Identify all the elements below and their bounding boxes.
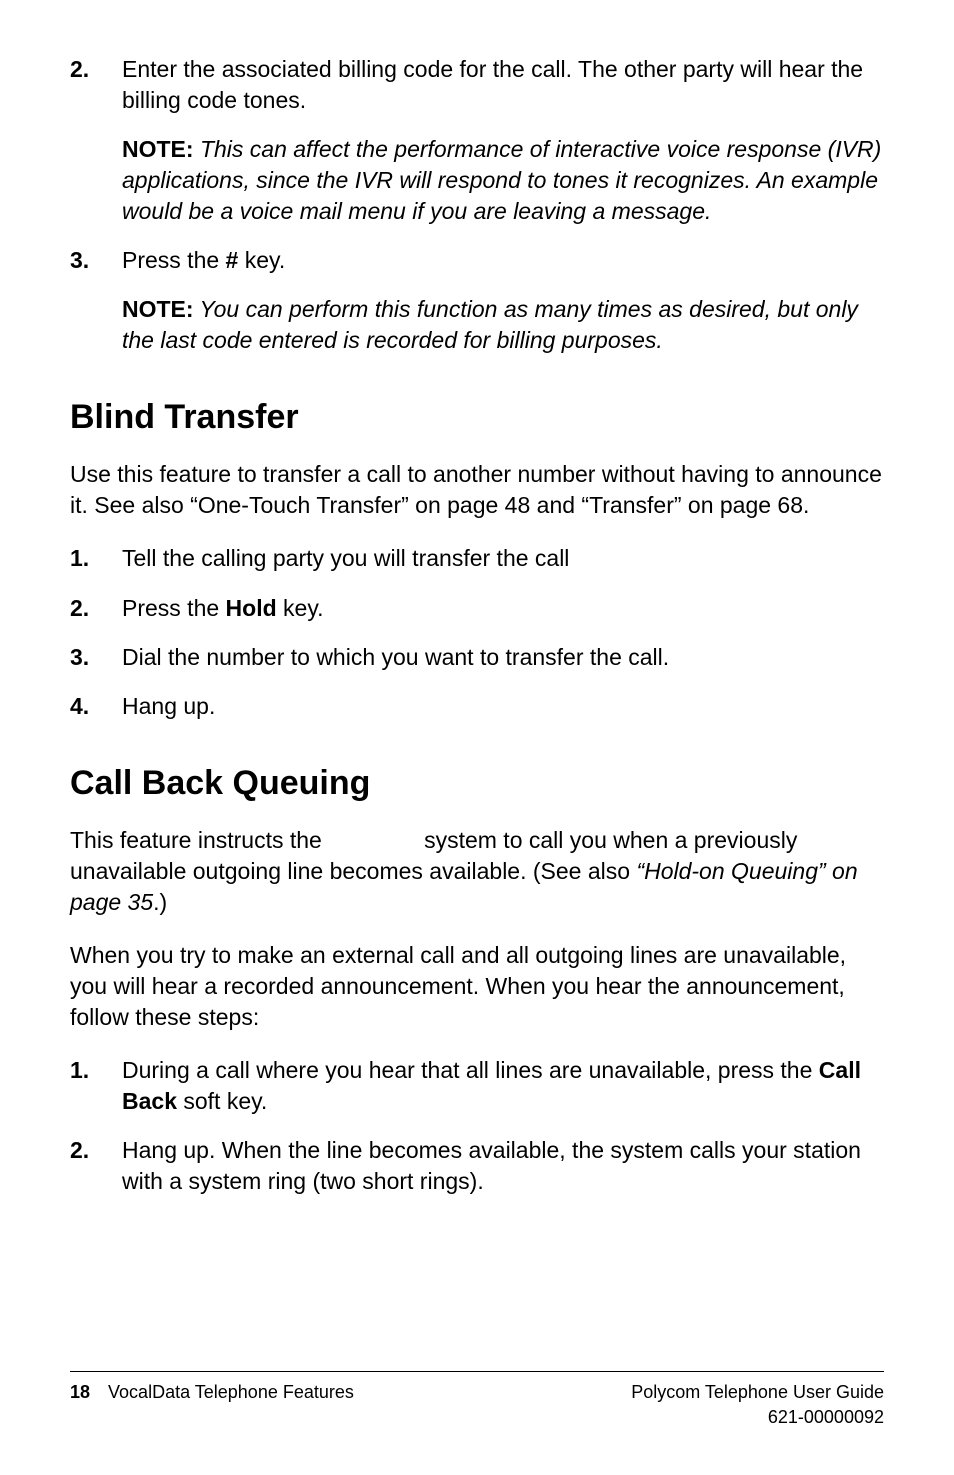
list-body: Hang up. bbox=[122, 691, 884, 722]
list-number: 3. bbox=[70, 245, 122, 356]
text: Press the bbox=[122, 595, 226, 621]
text-bold: Hold bbox=[226, 595, 277, 621]
note-body: You can perform this function as many ti… bbox=[122, 296, 858, 353]
note-label: NOTE: bbox=[122, 136, 194, 162]
note-label: NOTE: bbox=[122, 296, 194, 322]
footer-row: 18 VocalData Telephone Features Polycom … bbox=[70, 1380, 884, 1429]
text: key. bbox=[277, 595, 324, 621]
list-body: During a call where you hear that all li… bbox=[122, 1055, 884, 1117]
list-number: 1. bbox=[70, 1055, 122, 1117]
list-number: 2. bbox=[70, 1135, 122, 1197]
list-body: Press the Hold key. bbox=[122, 593, 884, 624]
list-item: 1. Tell the calling party you will trans… bbox=[70, 543, 884, 574]
list-item: 3. Press the # key. NOTE: You can perfor… bbox=[70, 245, 884, 356]
paragraph: Enter the associated billing code for th… bbox=[122, 54, 884, 116]
list-number: 2. bbox=[70, 54, 122, 227]
list-number: 4. bbox=[70, 691, 122, 722]
page-footer: 18 VocalData Telephone Features Polycom … bbox=[70, 1345, 884, 1429]
text: Press the bbox=[122, 247, 226, 273]
text: During a call where you hear that all li… bbox=[122, 1057, 819, 1083]
paragraph: Press the # key. bbox=[122, 245, 884, 276]
text: soft key. bbox=[177, 1088, 267, 1114]
list-number: 2. bbox=[70, 593, 122, 624]
heading-blind-transfer: Blind Transfer bbox=[70, 398, 884, 437]
note-paragraph: NOTE: You can perform this function as m… bbox=[122, 294, 884, 356]
list-item: 2. Enter the associated billing code for… bbox=[70, 54, 884, 227]
list-body: Tell the calling party you will transfer… bbox=[122, 543, 884, 574]
paragraph: This feature instructs the system to cal… bbox=[70, 825, 884, 918]
list-body: Hang up. When the line becomes available… bbox=[122, 1135, 884, 1197]
list-body: Enter the associated billing code for th… bbox=[122, 54, 884, 227]
note-body: This can affect the performance of inter… bbox=[122, 136, 881, 224]
footer-rule bbox=[70, 1371, 884, 1372]
list-item: 2. Hang up. When the line becomes availa… bbox=[70, 1135, 884, 1197]
footer-right-line1: Polycom Telephone User Guide bbox=[631, 1380, 884, 1404]
note-paragraph: NOTE: This can affect the performance of… bbox=[122, 134, 884, 227]
list-item: 2. Press the Hold key. bbox=[70, 593, 884, 624]
page-content: 2. Enter the associated billing code for… bbox=[70, 54, 884, 1197]
paragraph: When you try to make an external call an… bbox=[70, 940, 884, 1033]
footer-right: Polycom Telephone User Guide 621-0000009… bbox=[631, 1380, 884, 1429]
footer-right-line2: 621-00000092 bbox=[631, 1405, 884, 1429]
page-number: 18 bbox=[70, 1380, 90, 1429]
list-number: 3. bbox=[70, 642, 122, 673]
heading-call-back-queuing: Call Back Queuing bbox=[70, 764, 884, 803]
list-item: 1. During a call where you hear that all… bbox=[70, 1055, 884, 1117]
footer-left-text: VocalData Telephone Features bbox=[108, 1380, 354, 1429]
list-number: 1. bbox=[70, 543, 122, 574]
footer-left: 18 VocalData Telephone Features bbox=[70, 1380, 354, 1429]
text: key. bbox=[238, 247, 285, 273]
list-item: 4. Hang up. bbox=[70, 691, 884, 722]
list-body: Dial the number to which you want to tra… bbox=[122, 642, 884, 673]
text-bold: # bbox=[226, 247, 239, 273]
text: .) bbox=[153, 889, 167, 915]
paragraph: Use this feature to transfer a call to a… bbox=[70, 459, 884, 521]
list-item: 3. Dial the number to which you want to … bbox=[70, 642, 884, 673]
list-body: Press the # key. NOTE: You can perform t… bbox=[122, 245, 884, 356]
